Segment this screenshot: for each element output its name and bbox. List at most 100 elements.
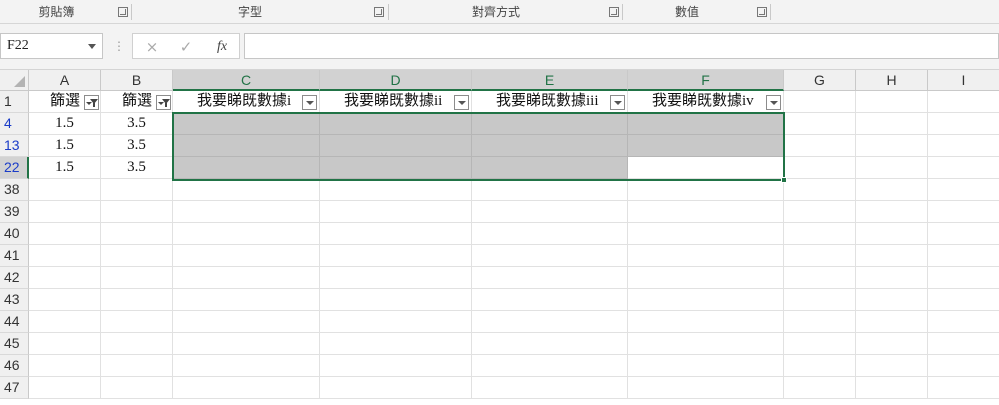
cell-d38[interactable] — [320, 179, 472, 201]
row-header-46[interactable]: 46 — [0, 355, 29, 377]
cell-f41[interactable] — [628, 245, 784, 267]
cell-c1[interactable]: 我要睇既數據i — [173, 91, 320, 113]
cell-a39[interactable] — [29, 201, 101, 223]
cell-f13[interactable] — [628, 135, 784, 157]
cell-c45[interactable] — [173, 333, 320, 355]
cell-h46[interactable] — [856, 355, 928, 377]
cell-i45[interactable] — [928, 333, 999, 355]
cell-e45[interactable] — [472, 333, 628, 355]
cell-f4[interactable] — [628, 113, 784, 135]
dialog-launcher-icon[interactable] — [118, 7, 128, 17]
cell-d41[interactable] — [320, 245, 472, 267]
select-all-button[interactable] — [0, 70, 29, 91]
column-header-h[interactable]: H — [856, 70, 928, 91]
cell-a41[interactable] — [29, 245, 101, 267]
cell-g39[interactable] — [784, 201, 856, 223]
cell-d45[interactable] — [320, 333, 472, 355]
filter-dropdown-icon[interactable] — [766, 95, 781, 110]
cell-i13[interactable] — [928, 135, 999, 157]
cell-e41[interactable] — [472, 245, 628, 267]
row-header-47[interactable]: 47 — [0, 377, 29, 399]
column-header-g[interactable]: G — [784, 70, 856, 91]
name-box[interactable]: F22 — [0, 33, 103, 59]
cell-a38[interactable] — [29, 179, 101, 201]
cell-d47[interactable] — [320, 377, 472, 399]
column-header-b[interactable]: B — [101, 70, 173, 91]
row-header-45[interactable]: 45 — [0, 333, 29, 355]
formula-input[interactable] — [244, 33, 999, 59]
filter-applied-icon[interactable] — [156, 95, 171, 110]
cell-i43[interactable] — [928, 289, 999, 311]
cell-e1[interactable]: 我要睇既數據iii — [472, 91, 628, 113]
cell-h4[interactable] — [856, 113, 928, 135]
insert-function-icon[interactable]: fx — [211, 37, 233, 57]
cell-a45[interactable] — [29, 333, 101, 355]
cell-g1[interactable] — [784, 91, 856, 113]
row-header-22[interactable]: 22 — [0, 157, 29, 179]
cell-e40[interactable] — [472, 223, 628, 245]
column-header-f[interactable]: F — [628, 70, 784, 91]
cell-g42[interactable] — [784, 267, 856, 289]
cell-h13[interactable] — [856, 135, 928, 157]
cell-e43[interactable] — [472, 289, 628, 311]
cell-g4[interactable] — [784, 113, 856, 135]
cell-c43[interactable] — [173, 289, 320, 311]
cell-c46[interactable] — [173, 355, 320, 377]
cell-h1[interactable] — [856, 91, 928, 113]
cell-i39[interactable] — [928, 201, 999, 223]
cell-h39[interactable] — [856, 201, 928, 223]
cell-g41[interactable] — [784, 245, 856, 267]
cell-a22[interactable]: 1.5 — [29, 157, 101, 179]
cell-g44[interactable] — [784, 311, 856, 333]
cell-b42[interactable] — [101, 267, 173, 289]
cell-e22[interactable] — [472, 157, 628, 179]
cell-h42[interactable] — [856, 267, 928, 289]
cell-a46[interactable] — [29, 355, 101, 377]
row-header-43[interactable]: 43 — [0, 289, 29, 311]
cell-h43[interactable] — [856, 289, 928, 311]
cell-i42[interactable] — [928, 267, 999, 289]
cell-e4[interactable] — [472, 113, 628, 135]
row-header-4[interactable]: 4 — [0, 113, 29, 135]
cell-h38[interactable] — [856, 179, 928, 201]
row-header-1[interactable]: 1 — [0, 91, 29, 113]
chevron-down-icon[interactable] — [88, 44, 96, 49]
cell-b39[interactable] — [101, 201, 173, 223]
cell-b40[interactable] — [101, 223, 173, 245]
cell-e13[interactable] — [472, 135, 628, 157]
cell-i22[interactable] — [928, 157, 999, 179]
cell-f47[interactable] — [628, 377, 784, 399]
cell-c47[interactable] — [173, 377, 320, 399]
cell-f43[interactable] — [628, 289, 784, 311]
cell-e38[interactable] — [472, 179, 628, 201]
row-header-40[interactable]: 40 — [0, 223, 29, 245]
cell-a44[interactable] — [29, 311, 101, 333]
cell-d13[interactable] — [320, 135, 472, 157]
cell-d22[interactable] — [320, 157, 472, 179]
cell-i46[interactable] — [928, 355, 999, 377]
cell-e47[interactable] — [472, 377, 628, 399]
cell-f42[interactable] — [628, 267, 784, 289]
cell-h47[interactable] — [856, 377, 928, 399]
cell-a40[interactable] — [29, 223, 101, 245]
cell-f1[interactable]: 我要睇既數據iv — [628, 91, 784, 113]
cell-b38[interactable] — [101, 179, 173, 201]
dialog-launcher-icon[interactable] — [374, 7, 384, 17]
enter-icon[interactable]: ✓ — [175, 37, 197, 57]
cell-b13[interactable]: 3.5 — [101, 135, 173, 157]
cell-e44[interactable] — [472, 311, 628, 333]
cell-c38[interactable] — [173, 179, 320, 201]
cell-d39[interactable] — [320, 201, 472, 223]
cell-c4[interactable] — [173, 113, 320, 135]
column-header-e[interactable]: E — [472, 70, 628, 91]
cell-a47[interactable] — [29, 377, 101, 399]
row-header-39[interactable]: 39 — [0, 201, 29, 223]
cell-d44[interactable] — [320, 311, 472, 333]
cell-b4[interactable]: 3.5 — [101, 113, 173, 135]
row-header-38[interactable]: 38 — [0, 179, 29, 201]
row-header-42[interactable]: 42 — [0, 267, 29, 289]
cell-c39[interactable] — [173, 201, 320, 223]
column-header-d[interactable]: D — [320, 70, 472, 91]
cell-h45[interactable] — [856, 333, 928, 355]
cell-f39[interactable] — [628, 201, 784, 223]
